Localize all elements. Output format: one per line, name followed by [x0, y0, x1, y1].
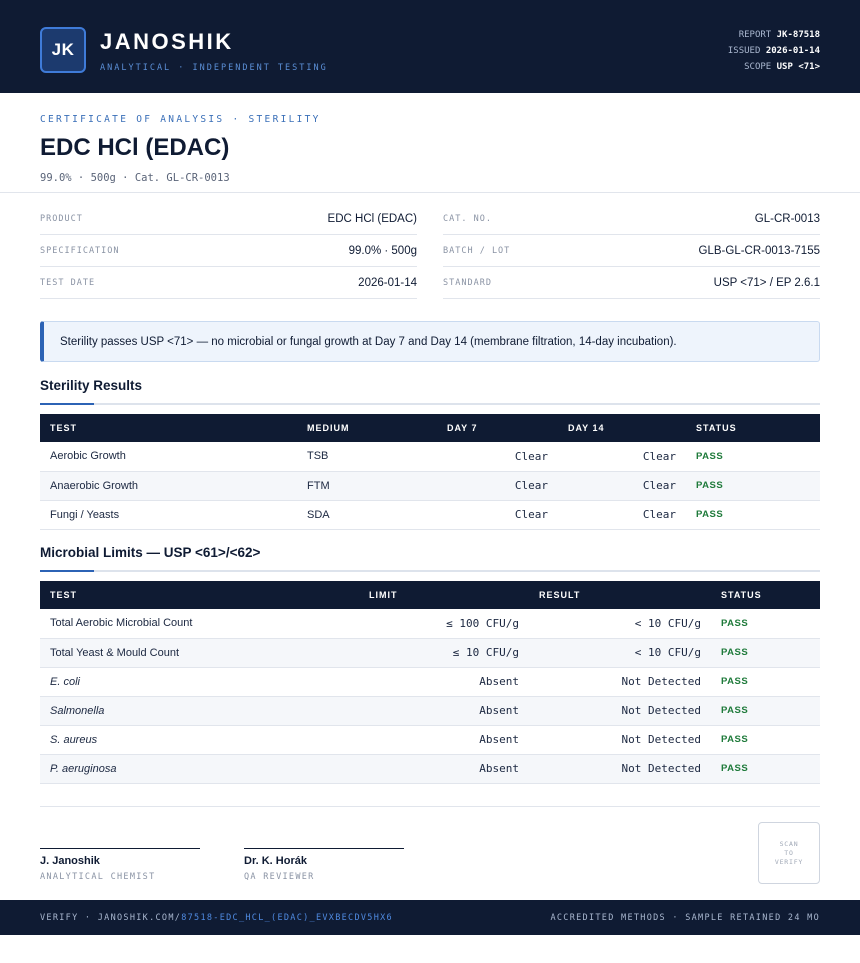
page-subtitle: 99.0% · 500g · Cat. GL-CR-0013 [40, 172, 230, 184]
col-header-status: STATUS [721, 590, 762, 600]
info-column-left: PRODUCT EDC HCl (EDAC) SPECIFICATION 99.… [40, 203, 417, 299]
signatory-name: J. Janoshik [40, 855, 100, 867]
microbial-limits-table: TEST LIMIT RESULT STATUS Total Aerobic M… [40, 581, 820, 784]
brand-name: JANOSHIK [100, 29, 234, 54]
page-title: EDC HCl (EDAC) [40, 134, 230, 161]
table-row: Salmonella Absent Not Detected PASS [40, 696, 820, 725]
report-id: JK-87518 [776, 30, 820, 40]
verify-qr-placeholder[interactable]: SCAN TO VERIFY [758, 822, 820, 884]
status-badge: PASS [721, 705, 749, 716]
signature-qa-reviewer: Dr. K. Horák QA REVIEWER [244, 848, 404, 882]
table-row: Anaerobic Growth FTM Clear Clear PASS [40, 471, 820, 500]
scope-line: SCOPE USP <71> [744, 62, 820, 72]
status-badge: PASS [721, 647, 749, 658]
report-id-line: REPORT JK-87518 [738, 30, 820, 40]
status-badge: PASS [721, 617, 749, 629]
info-row-product: PRODUCT EDC HCl (EDAC) [40, 203, 417, 235]
section-accent [40, 403, 94, 405]
table-row: Fungi / Yeasts SDA Clear Clear PASS [40, 500, 820, 529]
table-row: Total Aerobic Microbial Count ≤ 100 CFU/… [40, 609, 820, 638]
info-row-specification: SPECIFICATION 99.0% · 500g [40, 235, 417, 267]
microbial-section-rule [40, 570, 820, 572]
microbial-section-title: Microbial Limits — USP <61>/<62> [40, 545, 261, 560]
status-badge: PASS [721, 763, 749, 774]
scope-value: USP <71> [776, 62, 820, 72]
info-row-batch-lot: BATCH / LOT GLB-GL-CR-0013-7155 [443, 235, 820, 267]
summary-callout: Sterility passes USP <71> — no microbial… [40, 321, 820, 362]
standard-value: USP <71> / EP 2.6.1 [713, 276, 820, 289]
title-divider [0, 192, 860, 193]
cat-no-value: GL-CR-0013 [754, 212, 820, 225]
signatory-role: QA REVIEWER [244, 872, 315, 882]
col-header-limit: LIMIT [369, 590, 398, 600]
info-row-cat-no: CAT. NO. GL-CR-0013 [443, 203, 820, 235]
batch-lot-value: GLB-GL-CR-0013-7155 [698, 244, 820, 257]
status-badge: PASS [721, 676, 749, 687]
issued-date: 2026-01-14 [765, 46, 820, 56]
verify-link[interactable]: 87518-EDC_HCL_(EDAC)_EVXBECDV5HX6 [181, 913, 393, 923]
table-row: P. aeruginosa Absent Not Detected PASS [40, 754, 820, 783]
table-row: Total Yeast & Mould Count ≤ 10 CFU/g < 1… [40, 638, 820, 667]
verify-line: VERIFY · JANOSHIK.COM/87518-EDC_HCL_(EDA… [40, 912, 393, 923]
col-header-result: RESULT [539, 590, 581, 600]
document-kicker: CERTIFICATE OF ANALYSIS · STERILITY [40, 114, 321, 125]
sterility-section-title: Sterility Results [40, 378, 143, 393]
signature-divider [40, 806, 820, 807]
signatory-name: Dr. K. Horák [244, 855, 307, 867]
col-header-medium: MEDIUM [307, 423, 350, 433]
table-row: E. coli Absent Not Detected PASS [40, 667, 820, 696]
status-badge: PASS [696, 509, 724, 520]
info-column-right: CAT. NO. GL-CR-0013 BATCH / LOT GLB-GL-C… [443, 203, 820, 299]
issued-line: ISSUED 2026-01-14 [727, 46, 820, 56]
col-header-status: STATUS [696, 423, 737, 433]
status-badge: PASS [721, 734, 749, 745]
product-value: EDC HCl (EDAC) [327, 212, 417, 225]
report-header: JK JANOSHIK ANALYTICAL · INDEPENDENT TES… [0, 0, 860, 93]
col-header-day7: DAY 7 [447, 423, 478, 433]
footer-note: ACCREDITED METHODS · SAMPLE RETAINED 24 … [550, 912, 820, 923]
brand-tagline: ANALYTICAL · INDEPENDENT TESTING [100, 63, 328, 73]
microbial-table-header: TEST LIMIT RESULT STATUS [40, 581, 820, 609]
sterility-table: TEST MEDIUM DAY 7 DAY 14 STATUS Aerobic … [40, 414, 820, 530]
report-meta: REPORT JK-87518 ISSUED 2026-01-14 SCOPE … [728, 27, 820, 75]
signature-analytical-chemist: J. Janoshik ANALYTICAL CHEMIST [40, 848, 200, 882]
info-row-standard: STANDARD USP <71> / EP 2.6.1 [443, 267, 820, 299]
table-row: S. aureus Absent Not Detected PASS [40, 725, 820, 754]
status-badge: PASS [696, 480, 724, 491]
col-header-test: TEST [50, 423, 78, 433]
section-accent [40, 570, 94, 572]
status-badge: PASS [696, 450, 724, 462]
sterility-table-header: TEST MEDIUM DAY 7 DAY 14 STATUS [40, 414, 820, 442]
col-header-day14: DAY 14 [568, 423, 605, 433]
table-row: Aerobic Growth TSB Clear Clear PASS [40, 442, 820, 471]
test-date-value: 2026-01-14 [358, 276, 417, 289]
col-header-test: TEST [50, 590, 78, 600]
specification-value: 99.0% · 500g [348, 244, 417, 257]
sterility-section-rule [40, 403, 820, 405]
signatory-role: ANALYTICAL CHEMIST [40, 872, 156, 882]
report-footer: VERIFY · JANOSHIK.COM/87518-EDC_HCL_(EDA… [0, 900, 860, 935]
brand-logo: JK [40, 27, 86, 73]
info-row-test-date: TEST DATE 2026-01-14 [40, 267, 417, 299]
